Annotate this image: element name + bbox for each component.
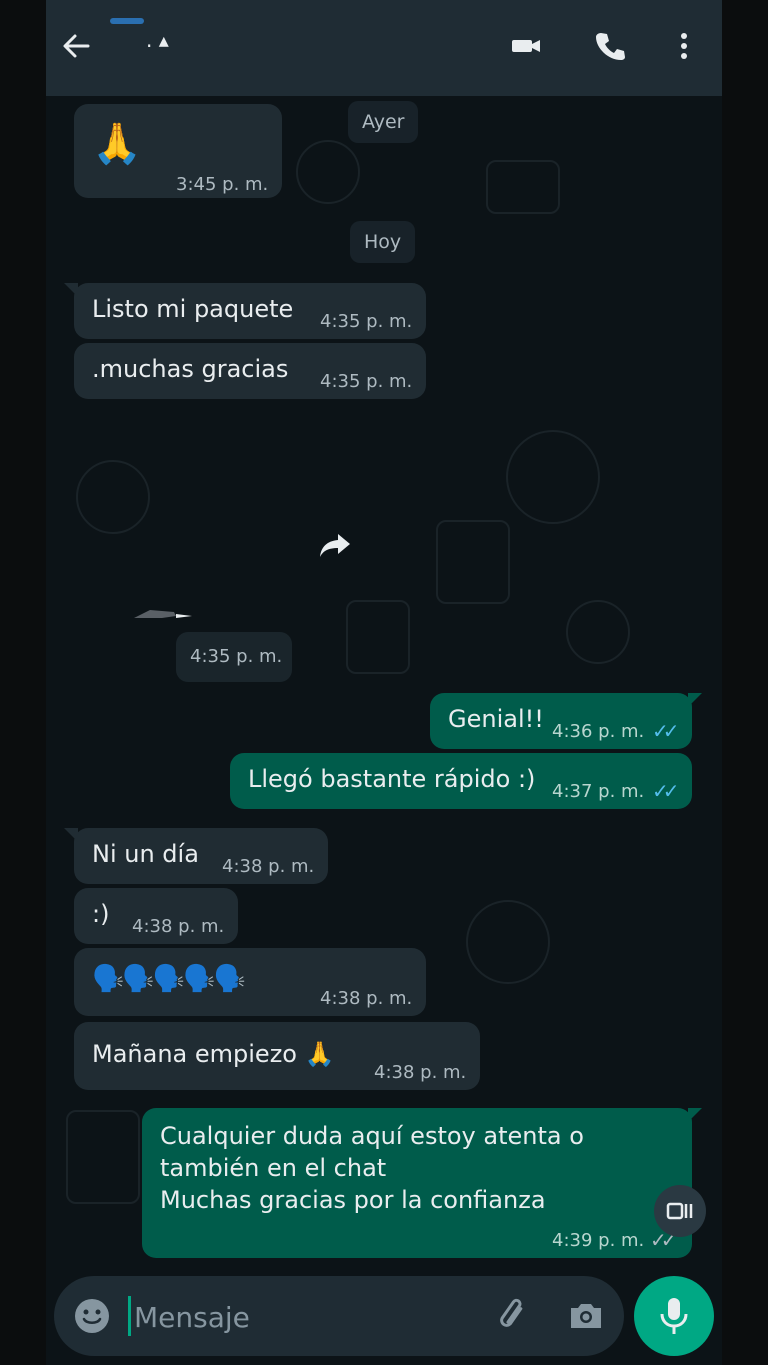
- mic-button[interactable]: [634, 1276, 714, 1356]
- phone-icon[interactable]: [592, 28, 628, 64]
- message-time: 4:39 p. m.: [552, 1230, 645, 1251]
- message-text: Ni un día: [92, 840, 199, 868]
- message-outgoing[interactable]: Genial!! 4:36 p. m. ✓✓: [430, 693, 702, 749]
- message-time: 4:38 p. m.: [374, 1062, 467, 1083]
- wallpaper-doodle: [66, 1110, 140, 1204]
- video-call-icon[interactable]: [508, 28, 544, 64]
- date-chip-yesterday: Ayer: [348, 101, 419, 143]
- wallpaper-doodle: [506, 430, 600, 524]
- camera-icon[interactable]: [566, 1296, 606, 1336]
- message-time: 4:38 p. m.: [320, 988, 413, 1009]
- message-incoming[interactable]: .muchas gracias 4:35 p. m.: [74, 343, 426, 399]
- chat-header: . ▴: [46, 0, 722, 96]
- message-incoming[interactable]: Mañana empiezo 🙏 4:38 p. m.: [74, 1022, 480, 1090]
- message-outgoing[interactable]: Cualquier duda aquí estoy atenta o tambi…: [142, 1108, 702, 1258]
- message-text: Genial!!: [448, 705, 544, 733]
- message-emoji: 🙏: [92, 121, 142, 167]
- chat-screen: . ▴ Ayer 🙏 3:45 p. m. Hoy Listo mi paque…: [46, 0, 722, 1365]
- message-time: 4:38 p. m.: [132, 916, 225, 937]
- message-incoming[interactable]: Listo mi paquete 4:35 p. m.: [64, 283, 426, 339]
- wallpaper-doodle: [296, 140, 360, 204]
- message-time: 3:45 p. m.: [176, 174, 269, 195]
- message-text: Llegó bastante rápido :): [248, 765, 536, 793]
- message-time: 4:35 p. m.: [320, 371, 413, 392]
- message-time: 4:36 p. m.: [552, 721, 645, 742]
- media-thumbnail[interactable]: [132, 606, 194, 622]
- message-text: .muchas gracias: [92, 355, 289, 383]
- message-incoming[interactable]: 🗣️🗣️🗣️🗣️🗣️ 4:38 p. m.: [74, 948, 426, 1016]
- date-chip-today: Hoy: [350, 221, 416, 263]
- message-time: 4:38 p. m.: [222, 856, 315, 877]
- mic-icon: [660, 1298, 688, 1334]
- wallpaper-doodle: [466, 900, 550, 984]
- more-vertical-icon[interactable]: [668, 28, 704, 64]
- message-composer: [54, 1276, 624, 1356]
- wallpaper-doodle: [566, 600, 630, 664]
- avatar[interactable]: [110, 18, 144, 24]
- contact-name[interactable]: . ▴: [146, 28, 169, 52]
- message-text: Cualquier duda aquí estoy atenta o tambi…: [160, 1122, 584, 1214]
- message-outgoing[interactable]: Llegó bastante rápido :) 4:37 p. m. ✓✓: [230, 753, 692, 809]
- wallpaper-doodle: [76, 460, 150, 534]
- attach-icon[interactable]: [494, 1296, 534, 1336]
- read-ticks-icon: ✓✓: [652, 779, 679, 803]
- wallpaper-doodle: [436, 520, 510, 604]
- message-time: 4:35 p. m.: [190, 646, 283, 667]
- read-ticks-icon: ✓✓: [652, 719, 679, 743]
- message-incoming[interactable]: :) 4:38 p. m.: [74, 888, 238, 944]
- transcript-toggle-icon[interactable]: [654, 1185, 706, 1237]
- message-time: 4:35 p. m.: [320, 311, 413, 332]
- message-time: 4:37 p. m.: [552, 781, 645, 802]
- wallpaper-doodle: [346, 600, 410, 674]
- wallpaper-doodle: [486, 160, 560, 214]
- back-arrow-icon[interactable]: [56, 26, 96, 66]
- media-time-chip: 4:35 p. m.: [176, 632, 292, 682]
- message-text: :): [92, 900, 110, 928]
- message-input[interactable]: [132, 1292, 476, 1342]
- message-emoji: 🗣️🗣️🗣️🗣️🗣️: [92, 964, 246, 994]
- message-incoming[interactable]: 🙏 3:45 p. m.: [74, 104, 282, 198]
- message-text: Listo mi paquete: [92, 295, 294, 323]
- forward-icon[interactable]: [318, 530, 354, 560]
- emoji-icon[interactable]: [72, 1296, 112, 1336]
- message-incoming[interactable]: Ni un día 4:38 p. m.: [64, 828, 328, 884]
- text-caret: [128, 1296, 131, 1336]
- message-text: Mañana empiezo 🙏: [92, 1040, 335, 1068]
